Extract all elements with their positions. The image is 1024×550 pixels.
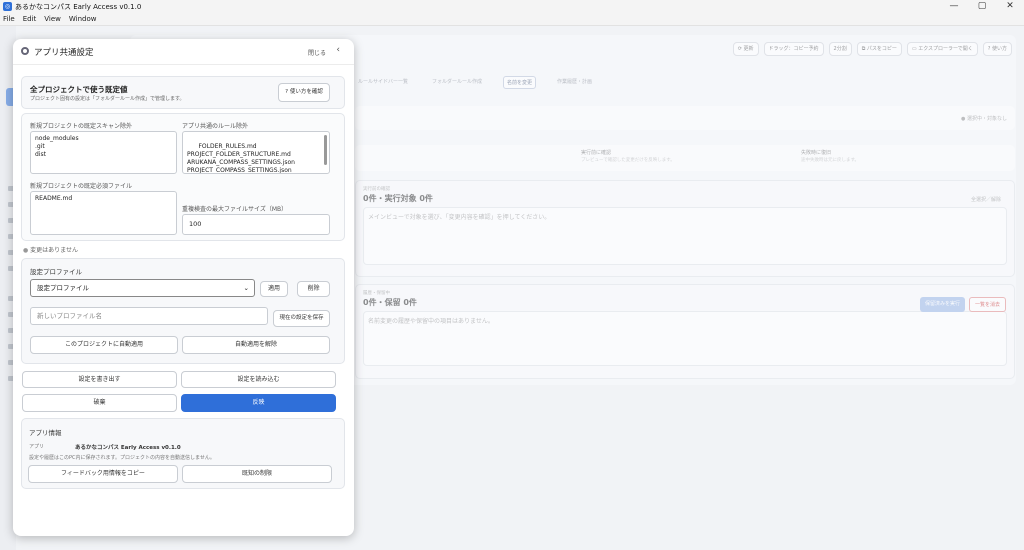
profile-select[interactable]: 設定プロファイル ⌄ [30, 279, 255, 297]
minimize-button[interactable]: — [940, 0, 968, 13]
discard-button[interactable]: 破棄 [22, 394, 177, 412]
menu-edit[interactable]: Edit [23, 15, 37, 23]
app-info-key: アプリ [29, 444, 45, 450]
save-current-settings-button[interactable]: 現在の設定を保存 [273, 310, 330, 327]
gear-icon [21, 47, 29, 55]
dialog-header: アプリ共通設定 閉じる ‹ [13, 39, 354, 65]
defaults-fields-section: 新規プロジェクトの既定スキャン除外 node_modules .git dist… [21, 113, 345, 241]
app-icon: ◎ [3, 2, 12, 11]
close-window-button[interactable]: ✕ [996, 0, 1024, 13]
new-profile-name-input[interactable]: 新しいプロファイル名 [30, 307, 268, 325]
app-settings-dialog: アプリ共通設定 閉じる ‹ 全プロジェクトで使う既定値 プロジェクト固有の設定は… [13, 39, 354, 536]
window-title: あるかなコンパス Early Access v0.1.0 [15, 2, 142, 11]
help-circle-icon: ? [285, 89, 289, 95]
app-info-value: あるかなコンパス Early Access v0.1.0 [75, 445, 181, 451]
known-limitations-button[interactable]: 既知の制限 [182, 465, 332, 483]
delete-profile-button[interactable]: 削除 [297, 281, 330, 297]
apply-settings-button[interactable]: 反映 [181, 394, 336, 412]
textarea-scrollbar[interactable] [324, 135, 327, 165]
app-info-note: 設定や履歴はこのPC内に保存されます。プロジェクトの内容を自動送信しません。 [29, 455, 215, 461]
status-text: ● 変更はありません [23, 247, 78, 254]
help-usage-button[interactable]: ? 使い方を確認 [278, 83, 330, 102]
auto-apply-project-button[interactable]: このプロジェクトに自動適用 [30, 336, 178, 354]
scan-exclude-label: 新規プロジェクトの既定スキャン除外 [30, 123, 133, 130]
chevron-down-icon: ⌄ [243, 284, 249, 292]
profiles-label: 設定プロファイル [30, 268, 82, 276]
cancel-auto-apply-button[interactable]: 自動適用を解除 [182, 336, 330, 354]
defaults-section: 全プロジェクトで使う既定値 プロジェクト固有の設定は「フォルダールール作成」で管… [21, 76, 345, 109]
status-dot-icon: ● [23, 247, 29, 254]
scan-exclude-textarea[interactable]: node_modules .git dist [30, 131, 177, 174]
required-files-label: 新規プロジェクトの既定必須ファイル [30, 183, 133, 190]
rule-exclude-textarea[interactable]: FOLDER_RULES.md PROJECT_FOLDER_STRUCTURE… [182, 131, 330, 174]
defaults-title: 全プロジェクトで使う既定値 [30, 85, 128, 94]
export-settings-button[interactable]: 設定を書き出す [22, 371, 177, 388]
app-info-title: アプリ情報 [29, 429, 62, 437]
app-info-section: アプリ情報 アプリ あるかなコンパス Early Access v0.1.0 設… [21, 418, 345, 489]
menu-window[interactable]: Window [69, 15, 97, 23]
maximize-button[interactable]: ▢ [968, 0, 996, 13]
max-size-input[interactable]: 100 [182, 214, 330, 235]
menu-file[interactable]: File [3, 15, 15, 23]
import-settings-button[interactable]: 設定を読み込む [181, 371, 336, 388]
window-titlebar: ◎ あるかなコンパス Early Access v0.1.0 — ▢ ✕ [0, 0, 1024, 13]
close-dialog-button[interactable]: 閉じる [308, 48, 326, 57]
dialog-title: アプリ共通設定 [34, 48, 94, 58]
rule-exclude-label: アプリ共通のルール除外 [182, 123, 249, 130]
profiles-section: 設定プロファイル 設定プロファイル ⌄ 適用 削除 新しいプロファイル名 現在の… [21, 258, 345, 364]
apply-profile-button[interactable]: 適用 [260, 281, 288, 297]
max-size-label: 重複検査の最大ファイルサイズ（MB） [182, 206, 288, 213]
defaults-subtitle: プロジェクト固有の設定は「フォルダールール作成」で管理します。 [30, 96, 185, 102]
menu-bar: File Edit View Window [0, 13, 1024, 26]
menu-view[interactable]: View [44, 15, 61, 23]
chevron-left-icon[interactable]: ‹ [336, 45, 340, 55]
copy-feedback-info-button[interactable]: フィードバック用情報をコピー [28, 465, 178, 483]
required-files-textarea[interactable]: README.md [30, 191, 177, 235]
